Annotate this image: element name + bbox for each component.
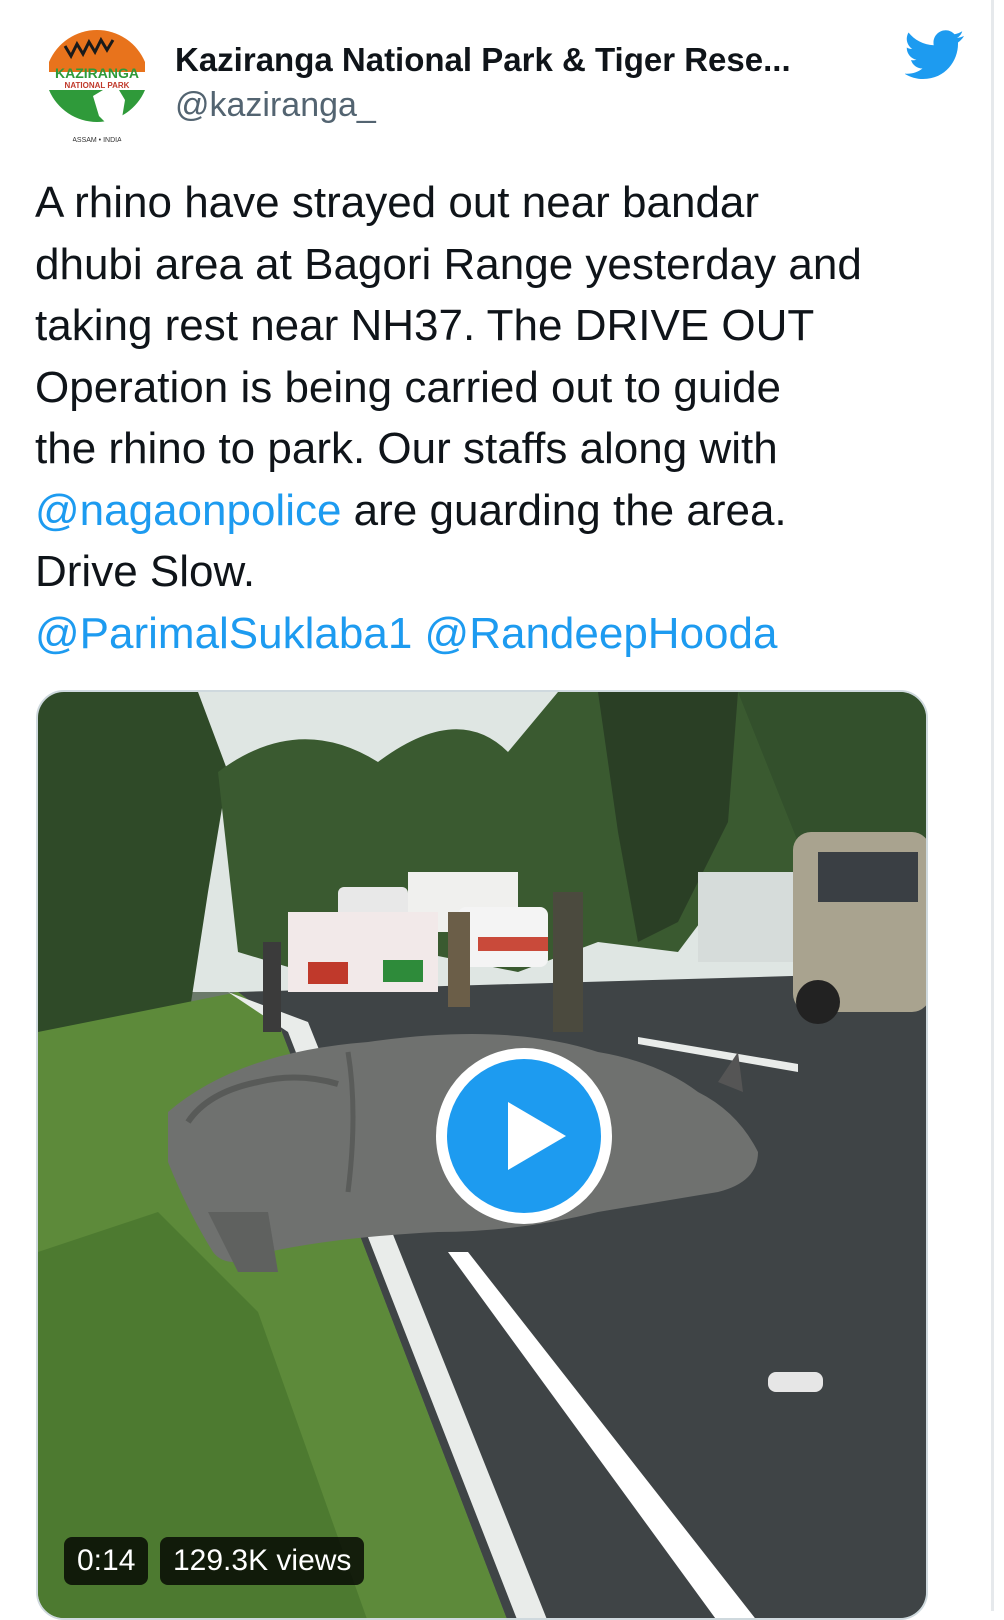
author-handle[interactable]: @kaziranga_	[175, 84, 865, 126]
tweet-text-line: @nagaonpolice are guarding the area.	[35, 480, 965, 542]
video-duration-badge: 0:14	[64, 1537, 149, 1585]
svg-text:KAZIRANGA: KAZIRANGA	[55, 65, 139, 81]
author-names[interactable]: Kaziranga National Park & Tiger Rese... …	[175, 40, 865, 126]
svg-text:ASSAM • INDIA: ASSAM • INDIA	[72, 137, 122, 144]
twitter-bird-icon[interactable]	[905, 30, 965, 80]
svg-text:NATIONAL PARK: NATIONAL PARK	[65, 81, 130, 90]
tweet-text-line: @ParimalSuklaba1 @RandeepHooda	[35, 603, 965, 665]
tweet-text: A rhino have strayed out near bandar dhu…	[35, 172, 965, 664]
play-button[interactable]	[436, 1048, 612, 1224]
tweet-text-line: dhubi area at Bagori Range yesterday and	[35, 239, 862, 289]
tweet-text-line: taking rest near NH37. The DRIVE OUT	[35, 301, 815, 350]
video-player[interactable]: 0:14 129.3K views	[36, 690, 928, 1620]
mention-link-nagaonpolice[interactable]: @nagaonpolice	[35, 486, 341, 535]
tweet-text-fragment: are guarding the area.	[341, 485, 787, 535]
tweet-text-line: the rhino to park. Our staffs along with	[35, 424, 778, 473]
tweet-text-line: Operation is being carried out to guide	[35, 362, 782, 412]
avatar[interactable]: KAZIRANGA NATIONAL PARK ASSAM • INDIA	[35, 22, 159, 146]
tweet-card[interactable]: KAZIRANGA NATIONAL PARK ASSAM • INDIA Ka…	[0, 0, 994, 1620]
tweet-text-line: A rhino have strayed out near bandar	[35, 178, 760, 227]
tweet-text-line: Drive Slow.	[35, 547, 256, 596]
kaziranga-logo-icon: KAZIRANGA NATIONAL PARK ASSAM • INDIA	[35, 22, 159, 146]
mention-link-randeephooda[interactable]: @RandeepHooda	[425, 609, 778, 658]
video-views-badge: 129.3K views	[160, 1537, 365, 1585]
play-icon-circle	[447, 1059, 601, 1213]
mention-link-parimalsuklaba1[interactable]: @ParimalSuklaba1	[35, 609, 412, 658]
tweet-header: KAZIRANGA NATIONAL PARK ASSAM • INDIA Ka…	[35, 22, 965, 152]
author-display-name[interactable]: Kaziranga National Park & Tiger Rese...	[175, 40, 865, 80]
play-icon	[508, 1102, 566, 1170]
